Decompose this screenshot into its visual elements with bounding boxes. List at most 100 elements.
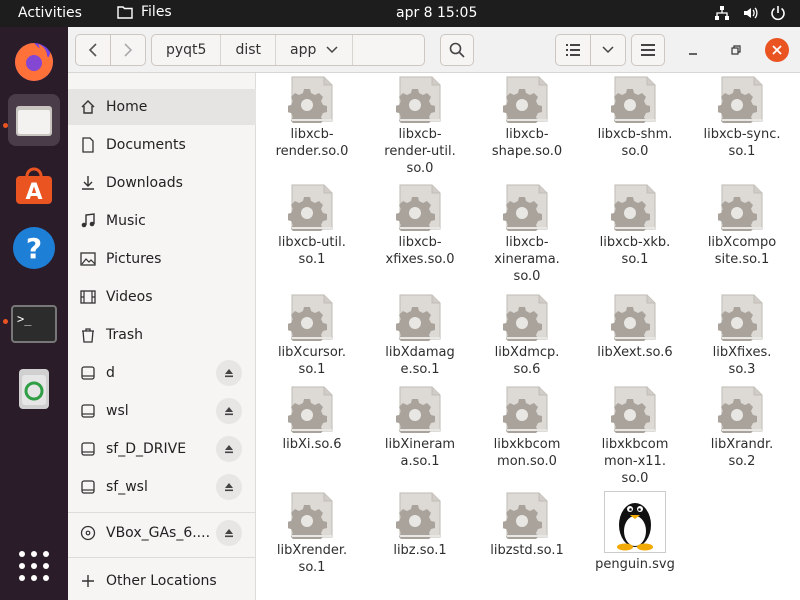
back-button[interactable] <box>75 34 111 66</box>
clock[interactable]: apr 8 15:05 <box>396 5 477 21</box>
sidebar-item-drive-sf-wsl[interactable]: sf_wsl <box>68 469 256 505</box>
file-name: libxcb- render-util. so.0 <box>384 127 456 176</box>
file-name: libxkbcom mon.so.0 <box>493 437 561 469</box>
sidebar-item-drive-wsl[interactable]: wsl <box>68 393 256 429</box>
list-view-icon <box>566 44 580 56</box>
file-item-library[interactable]: libXi.so.6 <box>262 385 362 453</box>
app-menu[interactable]: Files <box>117 4 172 20</box>
files-icon <box>16 106 52 136</box>
drive-icon <box>80 441 96 457</box>
library-file-icon <box>396 491 444 539</box>
sidebar-item-videos[interactable]: Videos <box>68 279 256 315</box>
file-name: libXdmcp. so.6 <box>494 345 560 377</box>
file-item-library[interactable]: libxcb-shm. so.0 <box>585 75 685 160</box>
file-item-library[interactable]: libzstd.so.1 <box>477 491 577 559</box>
sidebar-item-documents[interactable]: Documents <box>68 127 256 163</box>
file-item-library[interactable]: libxcb-sync. so.1 <box>692 75 792 160</box>
sidebar-item-home[interactable]: Home <box>68 89 256 125</box>
eject-button[interactable] <box>216 474 242 500</box>
sidebar: Home Documents Downloads Music Pictures … <box>68 73 256 600</box>
minimize-button[interactable] <box>685 42 701 58</box>
sidebar-divider <box>68 512 256 513</box>
breadcrumb-dist[interactable]: dist <box>221 35 277 65</box>
eject-icon <box>225 445 233 454</box>
file-item-library[interactable]: libxcb- xfixes.so.0 <box>370 183 470 268</box>
file-name: libxcb- xinerama. so.0 <box>494 235 560 284</box>
close-button[interactable] <box>765 38 789 62</box>
file-item-library[interactable]: libXdamag e.so.1 <box>370 293 470 378</box>
main-menu-button[interactable] <box>631 34 665 66</box>
eject-icon <box>225 407 233 416</box>
breadcrumb-app[interactable]: app <box>276 35 354 65</box>
eject-button[interactable] <box>216 520 242 546</box>
sidebar-item-pictures[interactable]: Pictures <box>68 241 256 277</box>
file-item-library[interactable]: libXcursor. so.1 <box>262 293 362 378</box>
breadcrumb-empty[interactable] <box>353 35 424 65</box>
file-item-library[interactable]: libxcb- render-util. so.0 <box>370 75 470 177</box>
library-file-icon <box>288 183 336 231</box>
file-item-library[interactable]: libxcb- xinerama. so.0 <box>477 183 577 285</box>
breadcrumb-pyqt5[interactable]: pyqt5 <box>152 35 222 65</box>
view-options-button[interactable] <box>590 34 626 66</box>
sidebar-item-music[interactable]: Music <box>68 203 256 239</box>
library-file-icon <box>288 491 336 539</box>
dock-firefox[interactable] <box>8 36 60 88</box>
file-item-library[interactable]: libxcb- shape.so.0 <box>477 75 577 160</box>
library-file-icon <box>503 293 551 341</box>
sidebar-item-downloads[interactable]: Downloads <box>68 165 256 201</box>
hamburger-icon <box>641 44 655 56</box>
view-list-button[interactable] <box>555 34 591 66</box>
eject-button[interactable] <box>216 398 242 424</box>
file-item-library[interactable]: libXdmcp. so.6 <box>477 293 577 378</box>
search-button[interactable] <box>440 34 474 66</box>
dock-show-apps[interactable] <box>8 540 60 592</box>
file-name: libxcb- xfixes.so.0 <box>385 235 455 267</box>
file-item-library[interactable]: libXrandr. so.2 <box>692 385 792 470</box>
file-item-library[interactable]: libz.so.1 <box>370 491 470 559</box>
trash-icon <box>80 327 96 343</box>
file-item-library[interactable]: libXext.so.6 <box>585 293 685 361</box>
eject-button[interactable] <box>216 360 242 386</box>
close-icon <box>772 45 782 55</box>
dock-files[interactable] <box>8 94 60 146</box>
file-item-library[interactable]: libxkbcom mon.so.0 <box>477 385 577 470</box>
library-file-icon <box>718 293 766 341</box>
system-tray[interactable] <box>714 5 786 21</box>
videos-icon <box>80 289 96 305</box>
sidebar-item-vbox-disc[interactable]: VBox_GAs_6.... <box>68 515 256 551</box>
sidebar-item-drive-d[interactable]: d <box>68 355 256 391</box>
pictures-icon <box>80 251 96 267</box>
file-grid[interactable]: libxcb- render.so.0 libxcb- render-util. … <box>256 73 800 600</box>
file-item-library[interactable]: libxcb- render.so.0 <box>262 75 362 160</box>
network-icon <box>715 6 729 20</box>
file-name: libxcb- shape.so.0 <box>491 127 563 159</box>
sidebar-item-other-locations[interactable]: Other Locations <box>68 563 256 599</box>
activities-button[interactable]: Activities <box>18 5 82 21</box>
dock-app-center[interactable]: A <box>8 160 60 212</box>
library-file-icon <box>503 385 551 433</box>
file-item-library[interactable]: libXrender. so.1 <box>262 491 362 576</box>
file-name: libXcompo site.so.1 <box>707 235 777 267</box>
chevron-right-icon <box>124 43 133 57</box>
dock-trash[interactable] <box>8 362 60 414</box>
file-name: libz.so.1 <box>393 543 447 558</box>
restore-icon <box>731 45 741 55</box>
file-item-image[interactable]: penguin.svg <box>585 491 685 573</box>
dock-terminal[interactable]: >_ <box>8 298 60 350</box>
penguin-icon <box>604 491 666 553</box>
file-item-library[interactable]: libXfixes. so.3 <box>692 293 792 378</box>
sidebar-item-trash[interactable]: Trash <box>68 317 256 353</box>
file-item-library[interactable]: libXineram a.so.1 <box>370 385 470 470</box>
eject-button[interactable] <box>216 436 242 462</box>
file-name: libxcb-util. so.1 <box>278 235 346 267</box>
svg-text:>_: >_ <box>17 312 32 326</box>
file-item-library[interactable]: libxcb-xkb. so.1 <box>585 183 685 268</box>
file-item-library[interactable]: libXcompo site.so.1 <box>692 183 792 268</box>
forward-button[interactable] <box>110 34 146 66</box>
chevron-down-icon <box>602 46 614 54</box>
file-item-library[interactable]: libxkbcom mon-x11. so.0 <box>585 385 685 487</box>
file-item-library[interactable]: libxcb-util. so.1 <box>262 183 362 268</box>
dock-help[interactable]: ? <box>8 222 60 274</box>
sidebar-item-drive-sf-d-drive[interactable]: sf_D_DRIVE <box>68 431 256 467</box>
maximize-button[interactable] <box>728 42 744 58</box>
